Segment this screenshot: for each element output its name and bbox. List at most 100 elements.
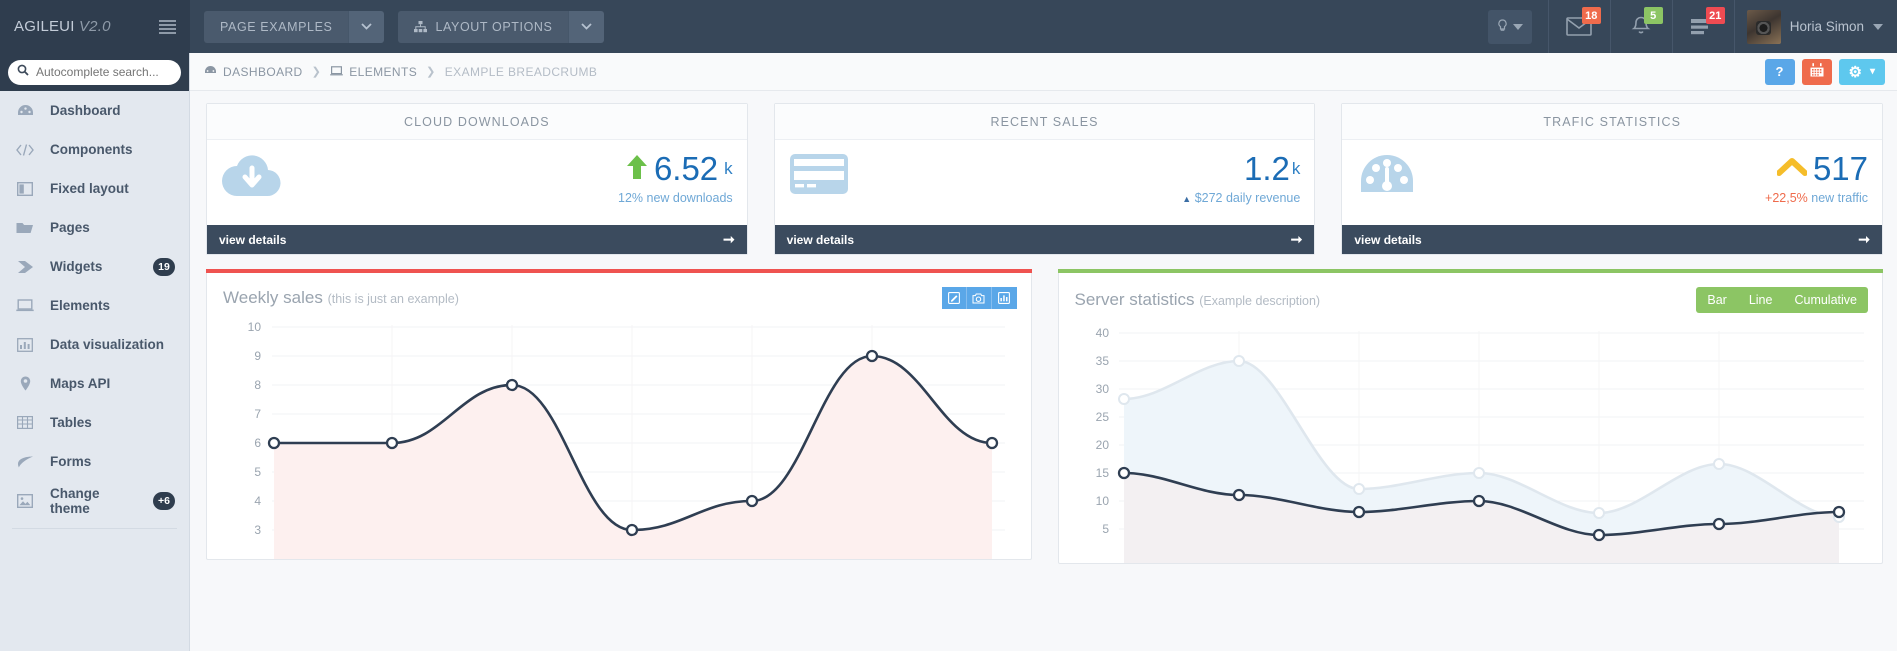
tasks-badge: 21 xyxy=(1705,7,1725,24)
panel-title-main: Weekly sales xyxy=(223,288,323,307)
card-subtext-label: new traffic xyxy=(1807,191,1869,205)
top-navbar: AGILEUI V2.0 PAGE EXAMPLES LAYOUT OPTION… xyxy=(0,0,1897,53)
panel-tools: Bar Line Cumulative xyxy=(1696,287,1868,313)
view-details-button[interactable]: view details ➞ xyxy=(774,225,1315,254)
calendar-button[interactable] xyxy=(1801,58,1832,85)
sidebar-toggle-icon[interactable] xyxy=(159,19,176,34)
tasks-icon[interactable]: 21 xyxy=(1671,0,1734,53)
breadcrumb-separator-icon: ❯ xyxy=(426,66,436,78)
page-examples-button[interactable]: PAGE EXAMPLES xyxy=(204,10,349,43)
chevron-down-icon: ▾ xyxy=(1869,66,1875,77)
sidebar-item-label: Pages xyxy=(50,220,90,235)
sidebar-item-elements[interactable]: Elements xyxy=(0,286,189,325)
laptop-icon xyxy=(16,299,34,312)
user-name: Horia Simon xyxy=(1789,19,1864,34)
help-button[interactable]: ? xyxy=(1764,58,1795,85)
segment-line[interactable]: Line xyxy=(1737,287,1784,313)
view-details-button[interactable]: view details ➞ xyxy=(1342,225,1883,254)
camera-icon[interactable] xyxy=(966,287,992,309)
stat-card-cloud-downloads: CLOUD DOWNLOADS 6.52 k 12% new downloads… xyxy=(206,103,748,255)
question-icon: ? xyxy=(1775,64,1784,79)
svg-text:10: 10 xyxy=(1095,494,1109,508)
avatar xyxy=(1746,9,1781,44)
code-icon xyxy=(16,143,34,156)
layout-options-caret-icon[interactable] xyxy=(568,10,605,43)
breadcrumb-item-dashboard[interactable]: DASHBOARD xyxy=(204,65,303,79)
dashboard-icon xyxy=(204,65,217,79)
svg-text:8: 8 xyxy=(254,378,261,392)
sidebar-item-label: Data visualization xyxy=(50,337,165,352)
stat-cards: CLOUD DOWNLOADS 6.52 k 12% new downloads… xyxy=(206,103,1884,255)
user-menu[interactable]: Horia Simon xyxy=(1733,0,1897,53)
notifications-bell-icon[interactable]: 5 xyxy=(1609,0,1672,53)
svg-text:35: 35 xyxy=(1095,354,1109,368)
chevron-up-icon xyxy=(1775,157,1808,182)
sidebar-item-label: Tables xyxy=(50,415,92,430)
lightbulb-dropdown-button[interactable] xyxy=(1487,9,1532,44)
page-examples-caret-icon[interactable] xyxy=(348,10,385,43)
user-caret-icon xyxy=(1873,23,1883,30)
panel-title: Server statistics (Example description) xyxy=(1075,290,1321,310)
stat-card-trafic-statistics: TRAFIC STATISTICS 517 +22,5% new traffic… xyxy=(1341,103,1884,255)
chart-icon[interactable] xyxy=(991,287,1017,309)
calendar-icon xyxy=(1810,63,1824,80)
svg-text:6: 6 xyxy=(254,436,261,450)
sidebar-item-tables[interactable]: Tables xyxy=(0,403,189,442)
sidebar-item-change-theme[interactable]: Change theme +6 xyxy=(0,481,189,520)
brand-title: AGILEUI V2.0 xyxy=(14,18,111,35)
svg-text:25: 25 xyxy=(1095,410,1109,424)
dashboard-icon xyxy=(16,104,34,118)
arrow-right-icon: ➞ xyxy=(722,231,735,247)
card-subtext-percent: +22,5% xyxy=(1765,191,1808,205)
sidebar-badge-widgets: 19 xyxy=(153,257,175,276)
panel-header: Server statistics (Example description) … xyxy=(1059,273,1883,321)
sidebar-item-components[interactable]: Components xyxy=(0,130,189,169)
search-input[interactable] xyxy=(36,65,172,79)
navbar-right: 18 5 21 Horia Simon xyxy=(1487,0,1897,53)
search-icon xyxy=(17,63,29,81)
layout-options-button[interactable]: LAYOUT OPTIONS xyxy=(398,10,569,43)
arrow-right-icon: ➞ xyxy=(1858,231,1871,247)
tag-icon xyxy=(16,260,34,274)
breadcrumb-label: DASHBOARD xyxy=(223,64,303,79)
sidebar-menu: Dashboard Components Fixed layout Pages … xyxy=(0,91,189,520)
sidebar-item-label: Forms xyxy=(50,454,92,469)
laptop-icon xyxy=(330,65,344,79)
sidebar-item-widgets[interactable]: Widgets 19 xyxy=(0,247,189,286)
search-box[interactable] xyxy=(8,59,181,85)
breadcrumb-item-elements[interactable]: ELEMENTS xyxy=(330,65,417,79)
map-marker-icon xyxy=(16,376,34,391)
sidebar-item-pages[interactable]: Pages xyxy=(0,208,189,247)
settings-button[interactable]: ⚙ ▾ xyxy=(1838,58,1885,85)
sidebar-item-data-visualization[interactable]: Data visualization xyxy=(0,325,189,364)
card-body: 1.2 k ▲ $272 daily revenue xyxy=(775,140,1315,225)
messages-icon[interactable]: 18 xyxy=(1547,0,1610,53)
svg-text:3: 3 xyxy=(254,523,261,537)
weekly-sales-chart: 10 9 8 7 6 5 4 3 xyxy=(207,317,1031,559)
layout-options-label: LAYOUT OPTIONS xyxy=(435,19,553,34)
svg-text:4: 4 xyxy=(254,494,261,508)
sidebar-item-maps-api[interactable]: Maps API xyxy=(0,364,189,403)
panel-weekly-sales: Weekly sales (this is just an example) 1… xyxy=(206,269,1032,564)
svg-text:15: 15 xyxy=(1095,466,1109,480)
sidebar-item-forms[interactable]: Forms xyxy=(0,442,189,481)
chart-type-toggle: Bar Line Cumulative xyxy=(1696,287,1868,313)
chart-panels: Weekly sales (this is just an example) 1… xyxy=(206,269,1883,564)
view-details-button[interactable]: view details ➞ xyxy=(207,225,747,254)
svg-text:40: 40 xyxy=(1095,326,1109,340)
segment-bar[interactable]: Bar xyxy=(1696,287,1738,313)
sidebar-item-label: Dashboard xyxy=(50,103,121,118)
sidebar-item-label: Elements xyxy=(50,298,111,313)
sidebar-item-fixed-layout[interactable]: Fixed layout xyxy=(0,169,189,208)
breadcrumb-actions: ? ⚙ ▾ xyxy=(1764,58,1885,85)
sidebar-item-label: Change theme xyxy=(50,485,100,516)
brand-name: AGILEUI xyxy=(14,18,75,35)
card-unit: k xyxy=(724,159,733,178)
card-subtext: ▲ $272 daily revenue xyxy=(1182,191,1300,205)
edit-icon[interactable] xyxy=(941,287,967,309)
segment-cumulative[interactable]: Cumulative xyxy=(1783,287,1868,313)
panel-title-sub: (Example description) xyxy=(1199,294,1321,308)
card-stat: 6.52 k 12% new downloads xyxy=(618,152,733,206)
panel-server-statistics: Server statistics (Example description) … xyxy=(1057,269,1883,564)
sidebar-item-dashboard[interactable]: Dashboard xyxy=(0,91,189,130)
